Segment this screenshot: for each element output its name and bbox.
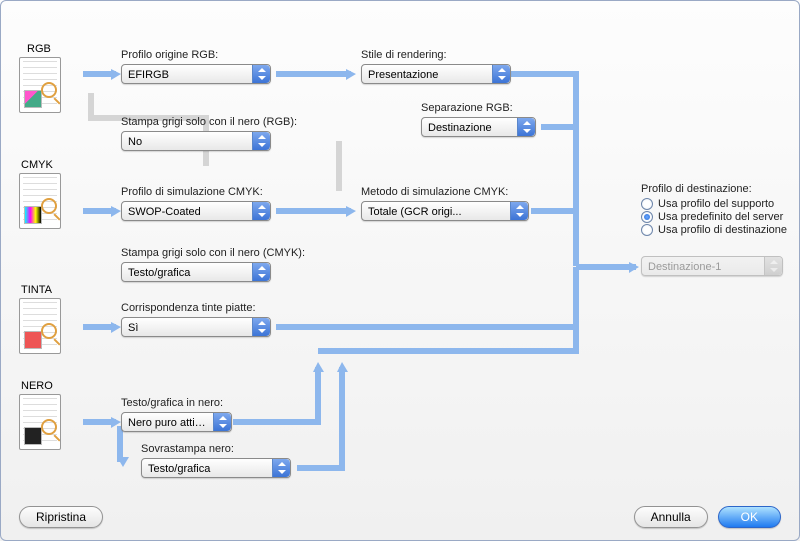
radio-icon (641, 198, 653, 210)
stepper-icon (272, 459, 290, 477)
combo-rgb-black[interactable]: No (121, 131, 271, 151)
combo-black-textgfx-value: Nero puro attivato (128, 417, 215, 429)
combo-rgb-black-value: No (128, 136, 142, 148)
label-cmyk-black: Stampa grigi solo con il nero (CMYK): (121, 247, 305, 259)
combo-black-overprint-value: Testo/grafica (148, 463, 210, 475)
ok-button[interactable]: OK (718, 506, 781, 528)
combo-output-dest-value: Destinazione-1 (648, 261, 721, 273)
label-black-textgfx: Testo/grafica in nero: (121, 397, 223, 409)
stepper-icon (213, 413, 231, 431)
stepper-icon (252, 132, 270, 150)
combo-output-dest: Destinazione-1 (641, 256, 783, 276)
combo-rgb-source-value: EFIRGB (128, 69, 169, 81)
stepper-icon (492, 65, 510, 83)
label-rgb-rendering: Stile di rendering: (361, 49, 447, 61)
label-rgb-separation: Separazione RGB: (421, 102, 513, 114)
stepper-icon (252, 263, 270, 281)
output-profile-radio-group: Usa profilo del supporto Usa predefinito… (641, 197, 791, 237)
radio-use-media[interactable]: Usa profilo del supporto (641, 198, 791, 210)
radio-use-server-default[interactable]: Usa predefinito del server (641, 211, 791, 223)
doc-icon-cmyk (19, 173, 61, 229)
section-label-rgb: RGB (27, 43, 51, 55)
radio-label: Usa profilo di destinazione (658, 224, 787, 236)
doc-icon-nero (19, 394, 61, 450)
combo-cmyk-sim-method-value: Totale (GCR origi... (368, 206, 462, 218)
label-rgb-black: Stampa grigi solo con il nero (RGB): (121, 116, 297, 128)
combo-cmyk-sim-method[interactable]: Totale (GCR origi... (361, 201, 529, 221)
combo-rgb-separation[interactable]: Destinazione (421, 117, 536, 137)
doc-icon-rgb (19, 57, 61, 113)
combo-cmyk-sim-profile[interactable]: SWOP-Coated (121, 201, 271, 221)
label-cmyk-sim-profile: Profilo di simulazione CMYK: (121, 186, 263, 198)
section-label-nero: NERO (21, 380, 53, 392)
radio-icon (641, 224, 653, 236)
combo-rgb-rendering-value: Presentazione (368, 69, 438, 81)
stepper-icon (764, 257, 782, 275)
reset-button[interactable]: Ripristina (19, 506, 103, 528)
combo-black-overprint[interactable]: Testo/grafica (141, 458, 291, 478)
combo-black-textgfx[interactable]: Nero puro attivato (121, 412, 232, 432)
stepper-icon (252, 65, 270, 83)
combo-rgb-separation-value: Destinazione (428, 122, 492, 134)
combo-spot-match-value: Sì (128, 322, 138, 334)
radio-icon (641, 211, 653, 223)
stepper-icon (252, 318, 270, 336)
stepper-icon (517, 118, 535, 136)
combo-spot-match[interactable]: Sì (121, 317, 271, 337)
combo-cmyk-sim-profile-value: SWOP-Coated (128, 206, 201, 218)
stepper-icon (252, 202, 270, 220)
label-output-profile: Profilo di destinazione: (641, 183, 752, 195)
doc-icon-tinta (19, 298, 61, 354)
label-black-overprint: Sovrastampa nero: (141, 443, 234, 455)
section-label-tinta: TINTA (21, 284, 52, 296)
combo-rgb-source[interactable]: EFIRGB (121, 64, 271, 84)
label-rgb-source: Profilo origine RGB: (121, 49, 218, 61)
stepper-icon (510, 202, 528, 220)
combo-cmyk-black[interactable]: Testo/grafica (121, 262, 271, 282)
dialog-footer: Ripristina Annulla OK (1, 494, 799, 540)
section-label-cmyk: CMYK (21, 159, 53, 171)
label-cmyk-sim-method: Metodo di simulazione CMYK: (361, 186, 508, 198)
combo-rgb-rendering[interactable]: Presentazione (361, 64, 511, 84)
radio-use-dest-profile[interactable]: Usa profilo di destinazione (641, 224, 791, 236)
cancel-button[interactable]: Annulla (634, 506, 708, 528)
combo-cmyk-black-value: Testo/grafica (128, 267, 190, 279)
label-spot-match: Corrispondenza tinte piatte: (121, 302, 256, 314)
radio-label: Usa profilo del supporto (658, 198, 774, 210)
radio-label: Usa predefinito del server (658, 211, 783, 223)
